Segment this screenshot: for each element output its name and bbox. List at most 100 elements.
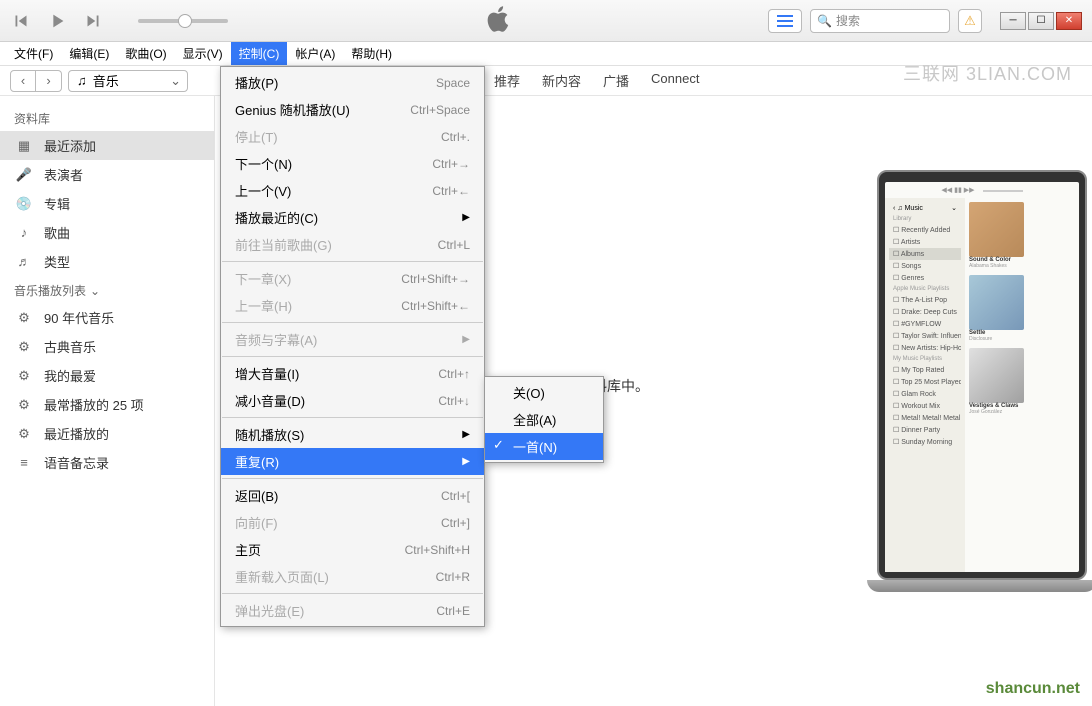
menu-item-label: 随机播放(S) <box>235 425 304 444</box>
menu-item: 前往当前歌曲(G)Ctrl+L <box>221 231 484 258</box>
nav-arrows: ‹ › <box>10 70 62 92</box>
sidebar-item-label: 古典音乐 <box>44 337 96 356</box>
sidebar-item[interactable]: 💿 专辑 <box>0 189 214 218</box>
shortcut-label: Ctrl+Shift+← <box>401 299 470 313</box>
promo-sb-item: ☐ Artists <box>889 236 961 248</box>
menu-3[interactable]: 显示(V) <box>175 42 231 65</box>
menu-item-label: 下一章(X) <box>235 269 291 288</box>
promo-sb-item: ☐ Top 25 Most Played <box>889 376 961 388</box>
volume-slider[interactable] <box>138 19 228 23</box>
menu-item[interactable]: Genius 随机播放(U)Ctrl+Space <box>221 96 484 123</box>
menu-item-label: 下一个(N) <box>235 154 292 173</box>
shortcut-label: Ctrl+← <box>432 184 470 198</box>
menu-item-label: 上一章(H) <box>235 296 292 315</box>
shortcut-label: Ctrl+→ <box>432 157 470 171</box>
sidebar-item[interactable]: ⚙最近播放的 <box>0 419 214 448</box>
sidebar-item[interactable]: ⚙90 年代音乐 <box>0 303 214 332</box>
menu-item[interactable]: 主页Ctrl+Shift+H <box>221 536 484 563</box>
menu-item-label: 返回(B) <box>235 486 278 505</box>
menu-item[interactable]: 重复(R)▶ <box>221 448 484 475</box>
prev-track-button[interactable] <box>10 10 32 32</box>
chevron-down-icon: ⌄ <box>90 284 100 298</box>
menu-item: 下一章(X)Ctrl+Shift+→ <box>221 265 484 292</box>
menu-item[interactable]: 播放最近的(C)▶ <box>221 204 484 231</box>
gear-icon: ⚙ <box>14 339 34 355</box>
back-button[interactable]: ‹ <box>10 70 36 92</box>
sidebar-item[interactable]: 🎤 表演者 <box>0 160 214 189</box>
sidebar: 资料库 ▦最近添加🎤表演者💿专辑♪歌曲♬类型 音乐播放列表 ⌄ ⚙90 年代音乐… <box>0 96 215 706</box>
submenu-item[interactable]: 关(O) <box>485 379 603 406</box>
submenu-item[interactable]: 全部(A) <box>485 406 603 433</box>
sidebar-item[interactable]: ⚙最常播放的 25 项 <box>0 390 214 419</box>
menu-0[interactable]: 文件(F) <box>6 42 61 65</box>
forward-button[interactable]: › <box>36 70 62 92</box>
volume-knob[interactable] <box>178 14 192 28</box>
clock-icon: ▦ <box>14 138 34 154</box>
library-selector[interactable]: ♫ 音乐 <box>68 70 188 92</box>
promo-sb-item: ☐ Albums <box>889 248 961 260</box>
close-button[interactable]: ✕ <box>1056 12 1082 30</box>
menu-item[interactable]: 返回(B) Ctrl+[ <box>221 482 484 509</box>
menu-separator <box>222 478 483 479</box>
menu-item: 停止(T)Ctrl+. <box>221 123 484 150</box>
album-icon: 💿 <box>14 196 34 212</box>
menu-item[interactable]: 上一个(V)Ctrl+← <box>221 177 484 204</box>
menu-2[interactable]: 歌曲(O) <box>117 42 174 65</box>
menu-4[interactable]: 控制(C) <box>231 42 288 65</box>
music-note-icon: ♫ <box>77 73 87 88</box>
sidebar-item-label: 专辑 <box>44 194 70 213</box>
search-icon: 🔍 <box>817 14 832 28</box>
search-input[interactable]: 🔍 搜索 <box>810 9 950 33</box>
shortcut-label: Ctrl+E <box>436 604 470 618</box>
menu-item: 向前(F)Ctrl+] <box>221 509 484 536</box>
mic-icon: 🎤 <box>14 167 34 183</box>
menu-6[interactable]: 帮助(H) <box>343 42 400 65</box>
control-menu-dropdown: 播放(P)SpaceGenius 随机播放(U)Ctrl+Space停止(T)C… <box>220 66 485 627</box>
menu-item-label: 向前(F) <box>235 513 278 532</box>
nav-tab-0[interactable]: 推荐 <box>494 71 520 90</box>
menu-separator <box>222 593 483 594</box>
menu-item-label: 前往当前歌曲(G) <box>235 235 332 254</box>
nav-tab-3[interactable]: Connect <box>651 71 699 90</box>
nav-tab-1[interactable]: 新内容 <box>542 71 581 90</box>
menu-item[interactable]: 播放(P)Space <box>221 69 484 96</box>
repeat-submenu: 关(O)全部(A)一首(N) <box>484 376 604 463</box>
menu-item[interactable]: 随机播放(S)▶ <box>221 421 484 448</box>
sidebar-section-playlists[interactable]: 音乐播放列表 ⌄ <box>0 276 214 303</box>
menu-5[interactable]: 帐户(A) <box>287 42 343 65</box>
sidebar-item[interactable]: ⚙ 古典音乐 <box>0 332 214 361</box>
promo-sb-item: ☐ Glam Rock <box>889 388 961 400</box>
menu-1[interactable]: 编辑(E) <box>61 42 117 65</box>
sidebar-item[interactable]: ▦ 最近添加 <box>0 131 214 160</box>
sidebar-item[interactable]: ♬类型 <box>0 247 214 276</box>
shortcut-label: Ctrl+R <box>436 570 470 584</box>
submenu-item[interactable]: 一首(N) <box>485 433 603 460</box>
sidebar-item-label: 表演者 <box>44 165 83 184</box>
shortcut-label: Ctrl+[ <box>441 489 470 503</box>
menu-item[interactable]: 增大音量(I)Ctrl+↑ <box>221 360 484 387</box>
sidebar-item[interactable]: ⚙我的最爱 <box>0 361 214 390</box>
list-view-button[interactable] <box>768 9 802 33</box>
nav-tab-2[interactable]: 广播 <box>603 71 629 90</box>
promo-sb-item: ☐ Songs <box>889 260 961 272</box>
play-button[interactable] <box>46 10 68 32</box>
maximize-button[interactable]: ☐ <box>1028 12 1054 30</box>
minimize-button[interactable]: ─ <box>1000 12 1026 30</box>
sidebar-item-label: 我的最爱 <box>44 366 96 385</box>
sidebar-item-label: 最常播放的 25 项 <box>44 395 144 414</box>
sidebar-item-label: 语音备忘录 <box>44 453 109 472</box>
shortcut-label: Ctrl+Shift+H <box>405 543 470 557</box>
sidebar-item-label: 最近添加 <box>44 136 96 155</box>
menu-item-label: 音频与字幕(A) <box>235 330 317 349</box>
next-track-button[interactable] <box>82 10 104 32</box>
promo-album: SettleDisclosure <box>969 275 1075 342</box>
sidebar-item[interactable]: ≡语音备忘录 <box>0 448 214 477</box>
menu-item[interactable]: 减小音量(D)Ctrl+↓ <box>221 387 484 414</box>
alert-button[interactable]: ⚠ <box>958 9 982 33</box>
sidebar-item[interactable]: ♪歌曲 <box>0 218 214 247</box>
menu-separator <box>222 261 483 262</box>
sidebar-item-label: 最近播放的 <box>44 424 109 443</box>
genre-icon: ♬ <box>14 254 34 270</box>
menu-separator <box>222 356 483 357</box>
menu-item[interactable]: 下一个(N) Ctrl+→ <box>221 150 484 177</box>
